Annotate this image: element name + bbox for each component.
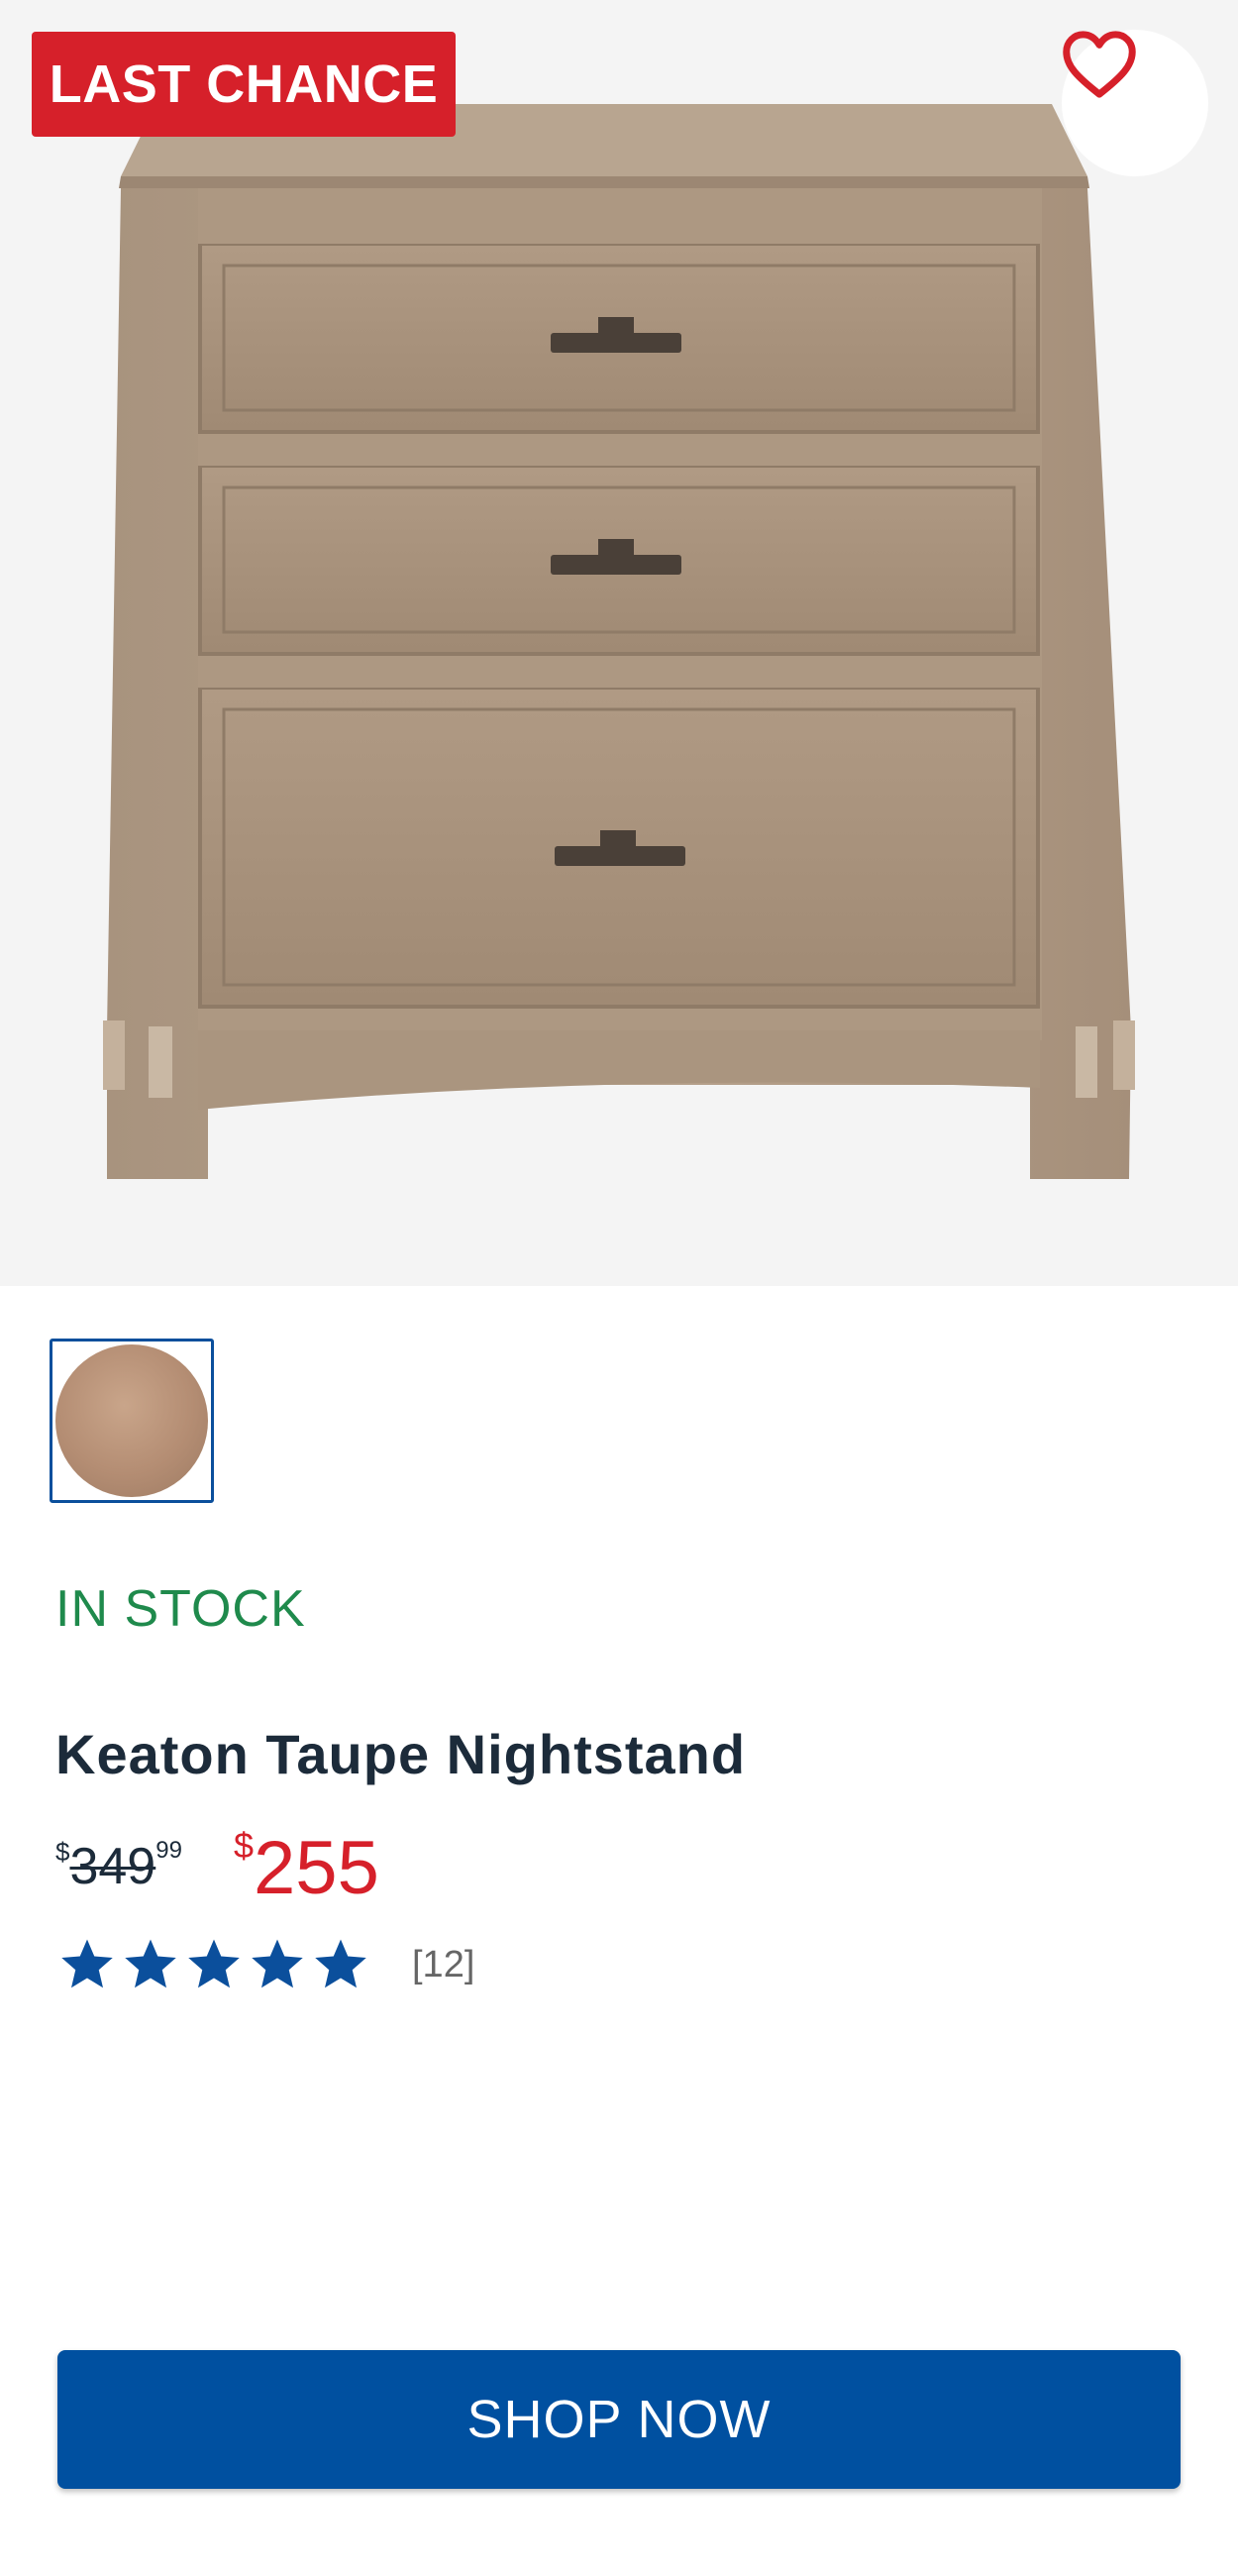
product-image-area[interactable]: LAST CHANCE <box>0 0 1238 1286</box>
star-icon <box>315 1939 366 1988</box>
star-icon <box>252 1939 303 1988</box>
original-price: $34999 <box>55 1837 182 1896</box>
star-icon <box>61 1939 113 1988</box>
star-rating <box>57 1935 370 1994</box>
rating[interactable]: [12] <box>57 1930 474 1999</box>
original-price-currency: $ <box>55 1837 70 1867</box>
color-swatch-selected[interactable] <box>50 1339 214 1503</box>
taupe-swatch <box>55 1344 208 1497</box>
shop-now-button[interactable]: SHOP NOW <box>57 2350 1181 2489</box>
last-chance-badge: LAST CHANCE <box>32 32 456 137</box>
favorite-button[interactable] <box>1062 30 1208 176</box>
sale-price-currency: $ <box>234 1825 255 1866</box>
review-count[interactable]: [12] <box>412 1944 474 1986</box>
sale-price: $255 <box>234 1825 379 1911</box>
product-title[interactable]: Keaton Taupe Nightstand <box>55 1722 746 1786</box>
star-icon <box>188 1939 240 1988</box>
product-image <box>103 104 1135 1179</box>
star-icon <box>125 1939 176 1988</box>
sale-price-amount: 255 <box>254 1826 379 1910</box>
heart-icon <box>1063 31 1136 98</box>
stock-status: IN STOCK <box>55 1580 306 1638</box>
original-price-dollars: 349 <box>69 1838 156 1895</box>
original-price-cents: 99 <box>155 1837 182 1864</box>
